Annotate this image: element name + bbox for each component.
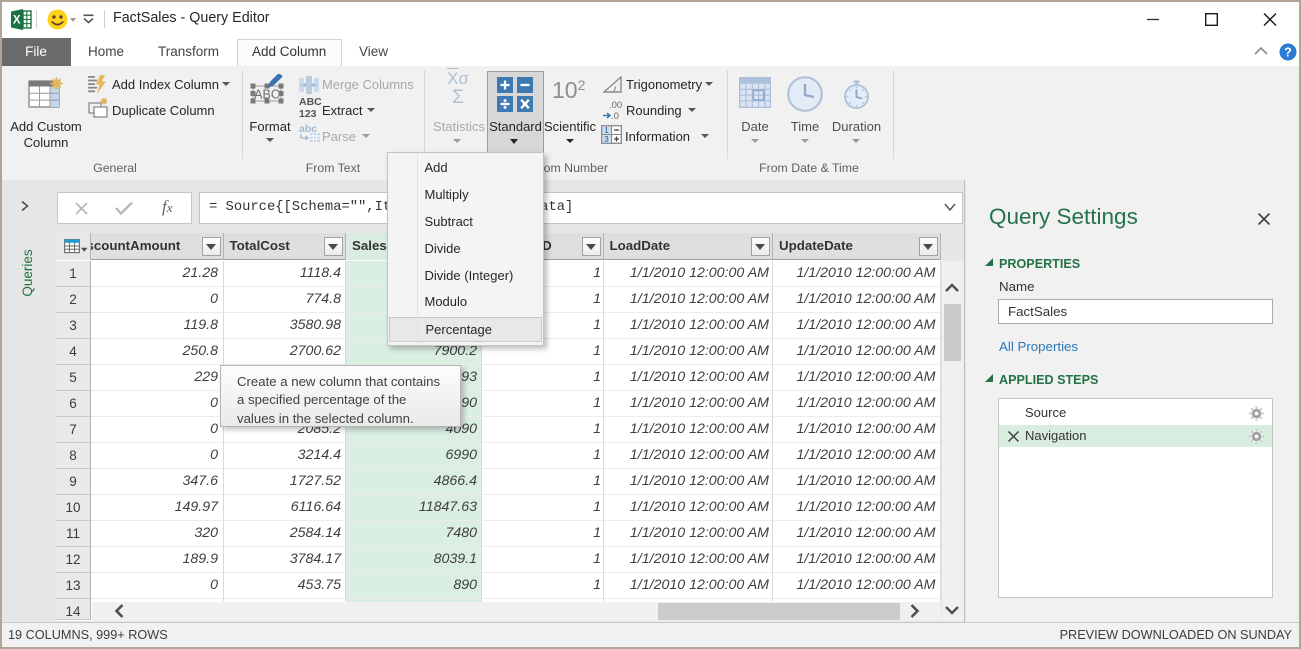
svg-text:ABC: ABC bbox=[254, 88, 280, 102]
svg-text:?: ? bbox=[1284, 45, 1292, 59]
svg-text:1: 1 bbox=[604, 126, 609, 135]
svg-text:.00: .00 bbox=[609, 100, 622, 111]
svg-text:X: X bbox=[13, 15, 21, 27]
svg-text:3: 3 bbox=[604, 135, 609, 144]
svg-text:.0: .0 bbox=[611, 111, 619, 121]
